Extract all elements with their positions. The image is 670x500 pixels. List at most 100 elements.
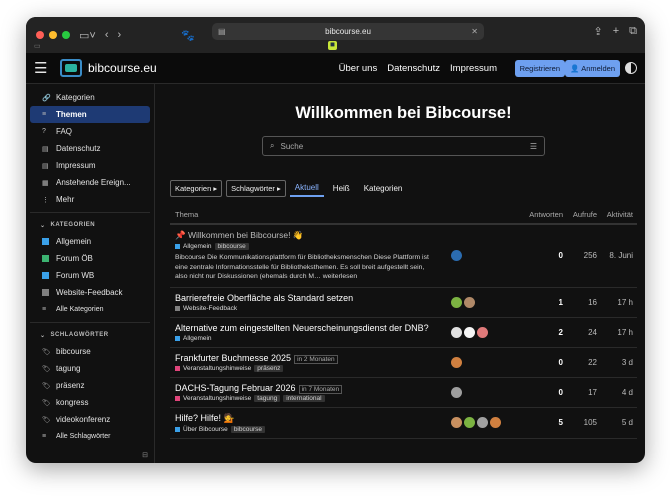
activity-time[interactable]: 17 h: [597, 293, 637, 312]
activity-time[interactable]: 4 d: [597, 383, 637, 402]
avatar[interactable]: [464, 296, 475, 308]
activity-time[interactable]: 3 d: [597, 353, 637, 372]
topic-title-text: Frankfurter Buchmesse 2025: [175, 352, 292, 363]
topic-title[interactable]: Alternative zum eingestellten Neuerschei…: [175, 323, 451, 333]
minimize-window-button[interactable]: [49, 31, 57, 39]
topic-tag[interactable]: bibcourse: [230, 425, 265, 433]
categories-dropdown[interactable]: Kategorien ▸: [170, 180, 223, 197]
new-tab-icon[interactable]: +: [613, 25, 619, 38]
tab-overview-icon[interactable]: ⧉: [629, 25, 637, 38]
sidebar-category-allgemein[interactable]: Allgemein: [30, 233, 150, 250]
tab-heiss[interactable]: Heiß: [328, 181, 355, 196]
nav-link-ueber-uns[interactable]: Über uns: [339, 63, 378, 74]
avatar[interactable]: [490, 417, 501, 428]
topic-title[interactable]: Hilfe? Hilfe! 💁: [175, 413, 451, 424]
table-row[interactable]: Barrierefreie Oberfläche als Standard se…: [170, 288, 637, 318]
close-window-button[interactable]: [36, 31, 44, 39]
forward-icon[interactable]: ›: [118, 29, 122, 41]
table-row[interactable]: DACHS-Tagung Februar 2026 in 7 Monaten Ve…: [170, 378, 637, 408]
sidebar-item-mehr[interactable]: ⋮ Mehr: [30, 191, 150, 208]
sidebar-all-categories[interactable]: ≡ Alle Kategorien: [30, 301, 150, 318]
sidebar-category-forum-wb[interactable]: Forum WB: [30, 267, 150, 284]
topic-category[interactable]: Veranstaltungshinweise: [175, 365, 251, 372]
column-views[interactable]: Aufrufe: [563, 210, 597, 219]
sidebar-section-kategorien[interactable]: ⌄ KATEGORIEN: [26, 217, 154, 233]
sidebar-tag-kongress[interactable]: 🏷 kongress: [30, 394, 150, 411]
read-more-link[interactable]: weiterlesen: [323, 273, 357, 280]
sidebar-category-website-feedback[interactable]: Website-Feedback: [30, 284, 150, 301]
sidebar-section-schlagwoerter[interactable]: ⌄ SCHLAGWÖRTER: [26, 327, 154, 343]
register-button[interactable]: Registrieren: [514, 59, 565, 77]
sidebar-item-themen[interactable]: ≡ Themen: [30, 106, 150, 123]
avatar[interactable]: [451, 417, 462, 428]
theme-toggle-icon[interactable]: [625, 62, 637, 74]
topic-category[interactable]: Allgemein: [175, 243, 212, 250]
topic-title[interactable]: Barrierefreie Oberfläche als Standard se…: [175, 293, 451, 303]
avatar[interactable]: [451, 386, 462, 398]
tab-aktuell[interactable]: Aktuell: [289, 180, 324, 197]
collapse-sidebar-icon[interactable]: ⊟: [142, 451, 148, 459]
avatar[interactable]: [464, 417, 475, 428]
tab-kategorien[interactable]: Kategorien: [359, 181, 408, 196]
column-topic[interactable]: Thema: [170, 210, 451, 219]
sidebar-toggle-icon[interactable]: ▭˅: [79, 29, 96, 42]
activity-time[interactable]: 8. Juni: [597, 230, 637, 282]
sidebar-item-label: Kategorien: [56, 93, 95, 102]
sidebar-item-kategorien[interactable]: 🔗 Kategorien: [30, 89, 150, 106]
table-row[interactable]: Frankfurter Buchmesse 2025 in 2 Monaten V…: [170, 348, 637, 378]
topic-tag[interactable]: präsenz: [254, 364, 284, 372]
tags-dropdown[interactable]: Schlagwörter ▸: [226, 180, 286, 197]
topic-tag[interactable]: international: [283, 394, 325, 402]
avatar[interactable]: [451, 356, 462, 368]
sidebar-item-ereignisse[interactable]: ▦ Anstehende Ereign...: [30, 174, 150, 191]
address-bar[interactable]: ▤ bibcourse.eu ✕: [212, 23, 484, 40]
topic-category[interactable]: Allgemein: [175, 335, 212, 342]
column-activity[interactable]: Aktivität: [597, 210, 637, 219]
sidebar-category-forum-oeb[interactable]: Forum ÖB: [30, 250, 150, 267]
topic-category[interactable]: Über Bibcourse: [175, 426, 228, 433]
table-row[interactable]: Alternative zum eingestellten Neuerschei…: [170, 318, 637, 348]
activity-time[interactable]: 5 d: [597, 413, 637, 433]
table-row[interactable]: Hilfe? Hilfe! 💁 Über Bibcourse bibcourse…: [170, 408, 637, 439]
clear-icon[interactable]: ✕: [471, 27, 478, 36]
hamburger-menu-icon[interactable]: ☰: [34, 59, 54, 77]
sidebar-item-faq[interactable]: ? FAQ: [30, 123, 150, 140]
login-button[interactable]: 👤 Anmelden: [565, 59, 620, 77]
category-color-swatch: [175, 335, 180, 341]
avatar[interactable]: [477, 326, 488, 338]
column-replies[interactable]: Antworten: [517, 210, 563, 219]
sidebar-tag-bibcourse[interactable]: 🏷 bibcourse: [30, 343, 150, 360]
search-input[interactable]: ⌕ Suche ☰: [262, 136, 545, 156]
topic-title[interactable]: 📌 Willkommen bei Bibcourse! 👋: [175, 230, 451, 241]
topic-tag[interactable]: tagung: [254, 394, 281, 402]
sidebar-item-datenschutz[interactable]: ▤ Datenschutz: [30, 140, 150, 157]
table-row[interactable]: 📌 Willkommen bei Bibcourse! 👋 Allgemein …: [170, 225, 637, 288]
sidebar-tag-tagung[interactable]: 🏷 tagung: [30, 360, 150, 377]
topic-category[interactable]: Veranstaltungshinweise: [175, 395, 251, 402]
privacy-icon[interactable]: 🐾: [181, 29, 195, 42]
topic-title[interactable]: Frankfurter Buchmesse 2025 in 2 Monaten: [175, 352, 451, 364]
share-icon[interactable]: ⇪: [593, 25, 602, 38]
avatar[interactable]: [451, 326, 462, 338]
sidebar-all-tags[interactable]: ≡ Alle Schlagwörter: [30, 428, 150, 445]
page-settings-icon[interactable]: ▤: [218, 27, 226, 36]
avatar[interactable]: [464, 326, 475, 338]
favorite-site-icon[interactable]: ◼: [328, 41, 337, 50]
site-logo[interactable]: [60, 59, 82, 77]
topic-tag[interactable]: bibcourse: [214, 243, 249, 250]
back-icon[interactable]: ‹: [105, 29, 109, 41]
activity-time[interactable]: 17 h: [597, 323, 637, 342]
sidebar-tag-videokonferenz[interactable]: 🏷 videokonferenz: [30, 411, 150, 428]
site-brand[interactable]: bibcourse.eu: [88, 61, 157, 75]
search-options-icon[interactable]: ☰: [530, 142, 537, 151]
sidebar-item-impressum[interactable]: ▤ Impressum: [30, 157, 150, 174]
avatar[interactable]: [451, 250, 462, 262]
zoom-window-button[interactable]: [62, 31, 70, 39]
topic-title[interactable]: DACHS-Tagung Februar 2026 in 7 Monaten: [175, 383, 451, 394]
nav-link-impressum[interactable]: Impressum: [450, 63, 497, 74]
sidebar-tag-praesenz[interactable]: 🏷 präsenz: [30, 377, 150, 394]
topic-category[interactable]: Website-Feedback: [175, 305, 237, 312]
avatar[interactable]: [477, 417, 488, 428]
nav-link-datenschutz[interactable]: Datenschutz: [387, 63, 440, 74]
avatar[interactable]: [451, 296, 462, 308]
